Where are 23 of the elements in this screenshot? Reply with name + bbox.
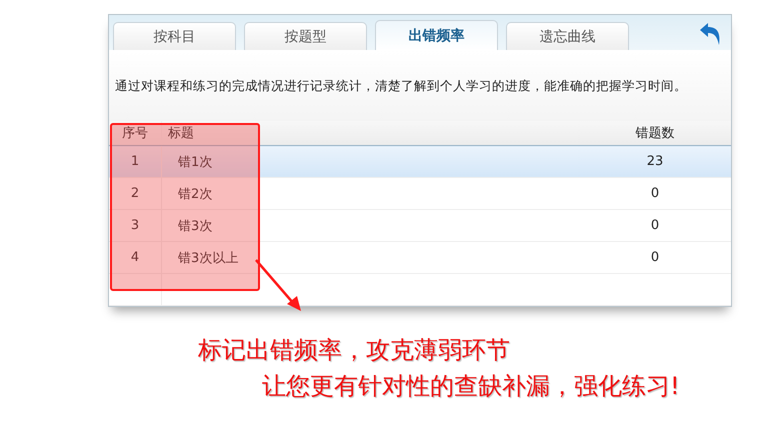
tab[interactable]: 遗忘曲线	[506, 22, 629, 50]
table-cell: 0	[579, 178, 731, 210]
table-cell: 2	[109, 178, 162, 210]
caption-text: 让您更有针对性的查缺补漏，强化练习!	[262, 371, 680, 402]
annotation-arrow	[254, 258, 304, 312]
tab[interactable]: 出错频率	[375, 20, 498, 50]
column-header: 标题	[162, 121, 579, 146]
table-cell: 0	[579, 210, 731, 242]
caption-text: 标记出错频率，攻克薄弱环节	[198, 335, 510, 366]
table-cell: 4	[109, 242, 162, 274]
tab[interactable]: 按科目	[113, 22, 236, 50]
description-text: 通过对课程和练习的完成情况进行记录统计，清楚了解到个人学习的进度，能准确的把握学习时间。	[109, 50, 731, 121]
table-cell: 错1次	[162, 146, 579, 178]
table-cell: 错3次以上	[162, 242, 579, 274]
table-cell: 3	[109, 210, 162, 242]
tab[interactable]: 按题型	[244, 22, 367, 50]
table-cell: 23	[579, 146, 731, 178]
column-header: 错题数	[579, 121, 731, 146]
table-cell: 1	[109, 146, 162, 178]
table-cell: 错3次	[162, 210, 579, 242]
table-cell: 错2次	[162, 178, 579, 210]
table-cell: 0	[579, 242, 731, 274]
column-header: 序号	[109, 121, 162, 146]
